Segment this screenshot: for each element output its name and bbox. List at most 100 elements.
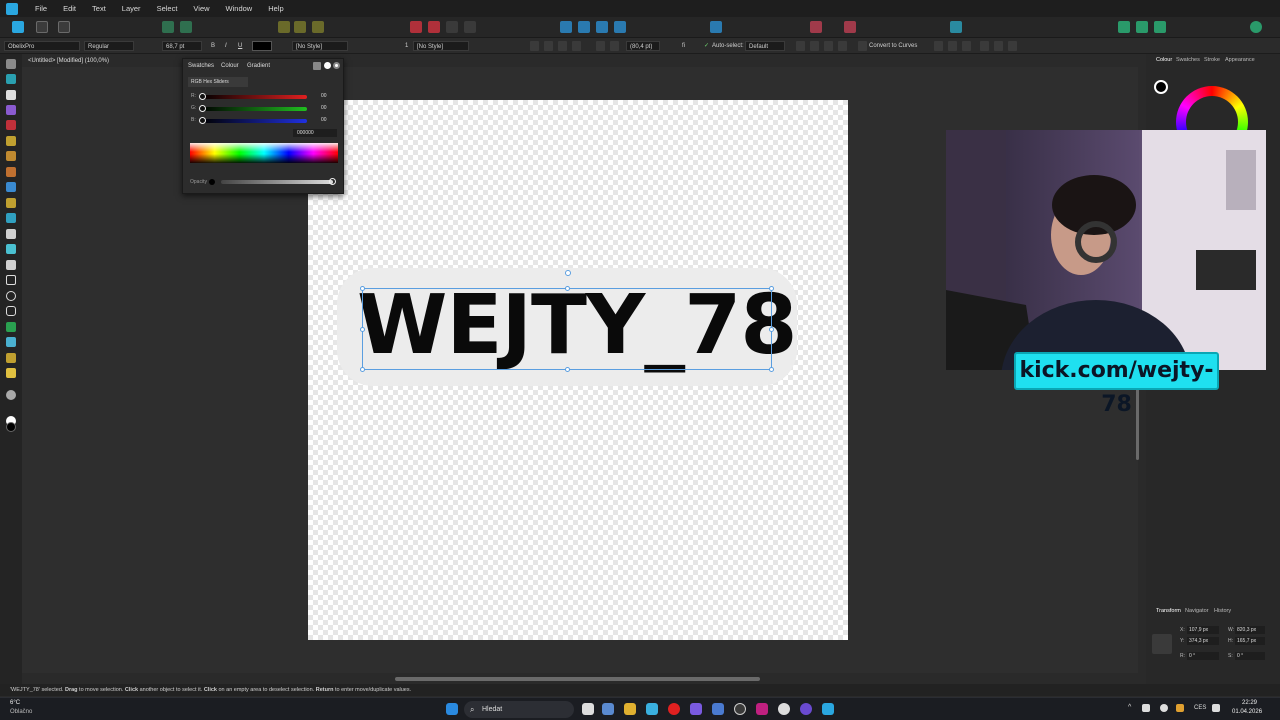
align-left-icon[interactable] — [530, 41, 539, 51]
monitor-app-icon[interactable] — [646, 703, 658, 715]
tab-colour[interactable]: Colour — [221, 63, 239, 69]
transform-w-input[interactable]: 820,3 px — [1235, 626, 1265, 634]
vector-brush-tool-icon[interactable] — [6, 167, 16, 177]
flip-horizontal-icon[interactable] — [560, 21, 572, 33]
green-knob[interactable] — [199, 105, 206, 112]
pen-mode-icon[interactable] — [844, 21, 856, 33]
boolean-add-icon[interactable] — [410, 21, 422, 33]
align-icon[interactable] — [710, 21, 722, 33]
obs-icon[interactable] — [734, 703, 746, 715]
measure-tool-icon[interactable] — [6, 368, 16, 378]
align-right-icon[interactable] — [558, 41, 567, 51]
discord-icon[interactable] — [690, 703, 702, 715]
character-style-select[interactable]: [No Style] — [292, 41, 348, 51]
red-slider[interactable]: R: 00 — [191, 93, 341, 101]
grid-icon[interactable] — [1136, 21, 1148, 33]
node-tool-icon[interactable] — [810, 21, 822, 33]
ellipse-tool-icon[interactable] — [6, 291, 16, 301]
place-image-tool-icon[interactable] — [6, 244, 16, 254]
tab-history[interactable]: History — [1214, 608, 1231, 614]
tray-chevron-icon[interactable]: ^ — [1128, 704, 1131, 711]
menu-text[interactable]: Text — [84, 4, 114, 13]
anchor-point-selector[interactable] — [1152, 634, 1172, 654]
stroke-circle-icon[interactable] — [333, 62, 340, 69]
tray-app-icon[interactable] — [1142, 704, 1150, 712]
network-icon[interactable] — [1212, 704, 1220, 712]
paragraph-style-select[interactable]: [No Style] — [413, 41, 469, 51]
affinity-designer-taskbar-icon[interactable] — [822, 703, 834, 715]
green-value[interactable]: 00 — [321, 105, 327, 111]
paint-brush-tool-icon[interactable] — [6, 198, 16, 208]
taskbar-search[interactable]: ⌕ Hledat — [464, 701, 574, 718]
weather-desc[interactable]: Oblačno — [10, 709, 32, 715]
snap-2-icon[interactable] — [294, 21, 306, 33]
pen-tool-icon[interactable] — [6, 136, 16, 146]
opacity-knob[interactable] — [329, 178, 336, 185]
transform-y-input[interactable]: 374,3 px — [1187, 637, 1219, 645]
arrange-icon[interactable] — [950, 21, 962, 33]
artboard-tool-icon[interactable] — [6, 74, 16, 84]
bold-button[interactable]: B — [211, 41, 215, 51]
rotate-right-icon[interactable] — [614, 21, 626, 33]
opacity-slider[interactable] — [221, 180, 333, 184]
move-tool-icon[interactable] — [6, 59, 16, 69]
rounded-rectangle-tool-icon[interactable] — [6, 306, 16, 316]
fill-circle-icon[interactable] — [324, 62, 331, 69]
opera-icon[interactable] — [668, 703, 680, 715]
resize-handle-sw[interactable] — [360, 367, 365, 372]
windows-start-icon[interactable] — [446, 703, 458, 715]
align-middle-objects-icon[interactable] — [994, 41, 1003, 51]
tab-navigator[interactable]: Navigator — [1185, 608, 1209, 614]
tab-stroke-panel[interactable]: Stroke — [1204, 57, 1220, 63]
app-icon-1[interactable] — [712, 703, 724, 715]
document-tab[interactable]: <Untitled> [Modified] (100,0%) — [22, 55, 182, 67]
settings-icon[interactable] — [180, 21, 192, 33]
pixel-tool-icon[interactable] — [6, 213, 16, 223]
node-tool-icon[interactable] — [6, 90, 16, 100]
corner-tool-icon[interactable] — [6, 120, 16, 130]
menu-select[interactable]: Select — [149, 4, 186, 13]
artistic-text-tool-icon[interactable] — [6, 337, 16, 347]
eyedropper-icon[interactable] — [313, 62, 321, 70]
app-icon-3[interactable] — [800, 703, 812, 715]
transform-r-input[interactable]: 0 ° — [1187, 652, 1219, 660]
affinity-designer-logo-icon[interactable] — [6, 2, 18, 15]
transform-origin-icon[interactable] — [796, 41, 805, 51]
italic-button[interactable]: I — [225, 41, 227, 51]
export-persona-icon[interactable] — [58, 21, 70, 33]
menu-file[interactable]: File — [27, 4, 55, 13]
green-slider[interactable]: G: 00 — [191, 105, 341, 113]
fill-tool-icon[interactable] — [6, 182, 16, 192]
font-style-select[interactable]: Regular — [84, 41, 134, 51]
menu-layer[interactable]: Layer — [114, 4, 149, 13]
tab-swatches[interactable]: Swatches — [188, 63, 214, 69]
transform-mode-3-icon[interactable] — [838, 41, 847, 51]
align-center-icon[interactable] — [544, 41, 553, 51]
tab-colour-panel[interactable]: Colour — [1156, 57, 1172, 63]
file-explorer-icon[interactable] — [624, 703, 636, 715]
resize-handle-nw[interactable] — [360, 286, 365, 291]
tab-gradient[interactable]: Gradient — [247, 63, 270, 69]
shape-tool-icon[interactable] — [6, 322, 16, 332]
transform-mode-icon[interactable] — [810, 41, 819, 51]
app-icon-2[interactable] — [756, 703, 768, 715]
justify-icon[interactable] — [572, 41, 581, 51]
tab-transform[interactable]: Transform — [1156, 608, 1181, 614]
green-track[interactable] — [201, 107, 307, 111]
transparency-tool-icon[interactable] — [6, 229, 16, 239]
tab-appearance-panel[interactable]: Appearance — [1225, 57, 1255, 63]
resize-handle-se[interactable] — [769, 367, 774, 372]
language-indicator[interactable]: CES — [1194, 705, 1206, 711]
hex-input[interactable]: 000000 — [293, 129, 337, 137]
boolean-intersect-icon[interactable] — [446, 21, 458, 33]
snap-3-icon[interactable] — [312, 21, 324, 33]
pencil-tool-icon[interactable] — [6, 151, 16, 161]
transform-x-input[interactable]: 107,9 px — [1187, 626, 1219, 634]
widgets-icon[interactable] — [602, 703, 614, 715]
text-colour-swatch[interactable] — [252, 41, 272, 51]
rotation-handle[interactable] — [565, 270, 571, 276]
numbering-icon[interactable] — [610, 41, 619, 51]
task-view-icon[interactable] — [582, 703, 594, 715]
align-right-objects-icon[interactable] — [962, 41, 971, 51]
clock-date[interactable]: 01.04.2026 — [1232, 709, 1262, 715]
